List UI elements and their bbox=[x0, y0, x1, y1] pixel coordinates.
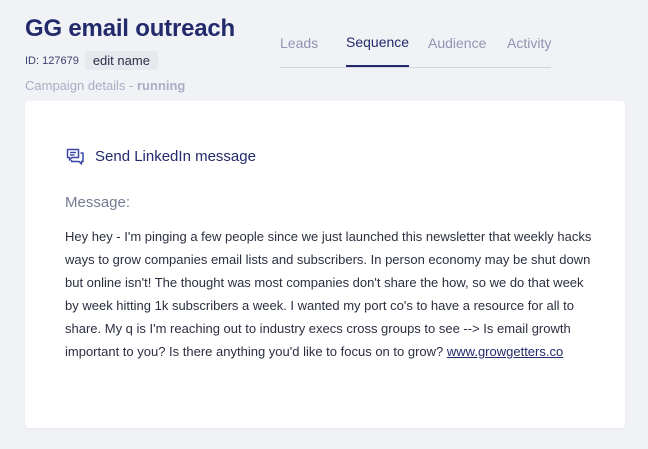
message-text: Hey hey - I'm pinging a few people since… bbox=[65, 229, 592, 359]
message-label: Message: bbox=[65, 194, 131, 211]
campaign-status: running bbox=[137, 78, 186, 93]
tab-leads[interactable]: Leads bbox=[280, 35, 318, 51]
message-body: Hey hey - I'm pinging a few people since… bbox=[65, 225, 595, 363]
linkedin-message-icon bbox=[65, 146, 85, 166]
campaign-details[interactable]: Campaign details - running bbox=[25, 78, 235, 93]
campaign-id: ID: 127679 bbox=[25, 54, 79, 67]
tab-sequence[interactable]: Sequence bbox=[346, 34, 410, 67]
tab-activity[interactable]: Activity bbox=[507, 35, 551, 51]
message-link[interactable]: www.growgetters.co bbox=[447, 344, 563, 359]
edit-name-button[interactable]: edit name bbox=[84, 51, 158, 70]
step-header: Send LinkedIn message bbox=[65, 146, 256, 166]
campaign-header: GG email outreach ID: 127679 edit name C… bbox=[25, 14, 235, 93]
campaign-tabs: Leads Sequence Audience Activity bbox=[280, 33, 551, 68]
campaign-title: GG email outreach bbox=[25, 15, 235, 42]
campaign-meta: ID: 127679 edit name bbox=[25, 51, 235, 70]
step-title: Send LinkedIn message bbox=[95, 147, 256, 165]
sequence-step-card: Send LinkedIn message Message: Hey hey -… bbox=[25, 101, 625, 428]
campaign-details-label: Campaign details - bbox=[25, 78, 137, 93]
tab-audience[interactable]: Audience bbox=[428, 35, 486, 51]
